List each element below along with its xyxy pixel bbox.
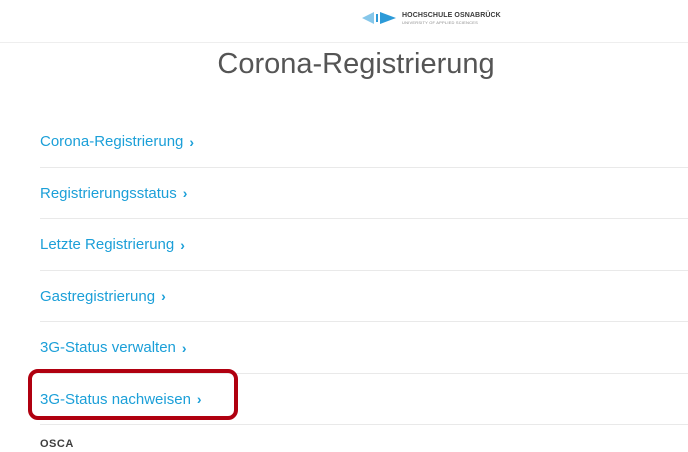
nav-item-letzte-registrierung: Letzte Registrierung › xyxy=(40,219,688,271)
nav-link-registrierungsstatus[interactable]: Registrierungsstatus › xyxy=(40,185,187,202)
chevron-right-icon: › xyxy=(196,391,202,407)
nav-item-3g-status-verwalten: 3G-Status verwalten › xyxy=(40,322,688,374)
nav-link-3g-status-verwalten[interactable]: 3G-Status verwalten › xyxy=(40,339,187,356)
page-title: Corona-Registrierung xyxy=(217,48,495,80)
nav-link-3g-status-nachweisen[interactable]: 3G-Status nachweisen › xyxy=(40,391,202,408)
nav-link-corona-registrierung[interactable]: Corona-Registrierung › xyxy=(40,133,194,150)
nav-link-letzte-registrierung[interactable]: Letzte Registrierung › xyxy=(40,236,185,253)
nav-item-registrierungsstatus: Registrierungsstatus › xyxy=(40,168,688,219)
nav-list: Corona-Registrierung › Registrierungssta… xyxy=(40,116,688,425)
nav-link-gastregistrierung[interactable]: Gastregistrierung › xyxy=(40,288,166,305)
chevron-right-icon: › xyxy=(182,185,188,201)
nav-link-label: Letzte Registrierung xyxy=(40,236,175,253)
chevron-right-icon: › xyxy=(161,288,166,304)
nav-item-corona-registrierung: Corona-Registrierung › xyxy=(40,116,688,168)
university-name: HOCHSCHULE OSNABRÜCK xyxy=(402,11,501,19)
nav-link-label: Registrierungsstatus xyxy=(40,184,177,202)
chevron-right-icon: › xyxy=(181,339,187,356)
nav-item-3g-status-nachweisen: 3G-Status nachweisen › xyxy=(40,374,688,425)
nav-link-label: 3G-Status verwalten xyxy=(40,339,176,356)
nav-item-gastregistrierung: Gastregistrierung › xyxy=(40,271,688,322)
university-logo[interactable]: HOCHSCHULE OSNABRÜCK UNIVERSITY OF APPLI… xyxy=(362,10,501,26)
university-logo-icon xyxy=(362,12,396,24)
page: HOCHSCHULE OSNABRÜCK UNIVERSITY OF APPLI… xyxy=(0,0,688,452)
osca-logo: OSCA xyxy=(40,438,74,450)
osca-logo-icon: OSCA xyxy=(40,438,74,450)
nav-link-label: Corona-Registrierung xyxy=(40,133,184,150)
nav-link-label: Gastregistrierung xyxy=(40,287,156,305)
university-subtitle: UNIVERSITY OF APPLIED SCIENCES xyxy=(402,19,478,25)
header: HOCHSCHULE OSNABRÜCK UNIVERSITY OF APPLI… xyxy=(0,0,688,43)
chevron-right-icon: › xyxy=(189,133,195,150)
chevron-right-icon: › xyxy=(180,236,185,253)
nav-link-label: 3G-Status nachweisen xyxy=(40,390,191,408)
